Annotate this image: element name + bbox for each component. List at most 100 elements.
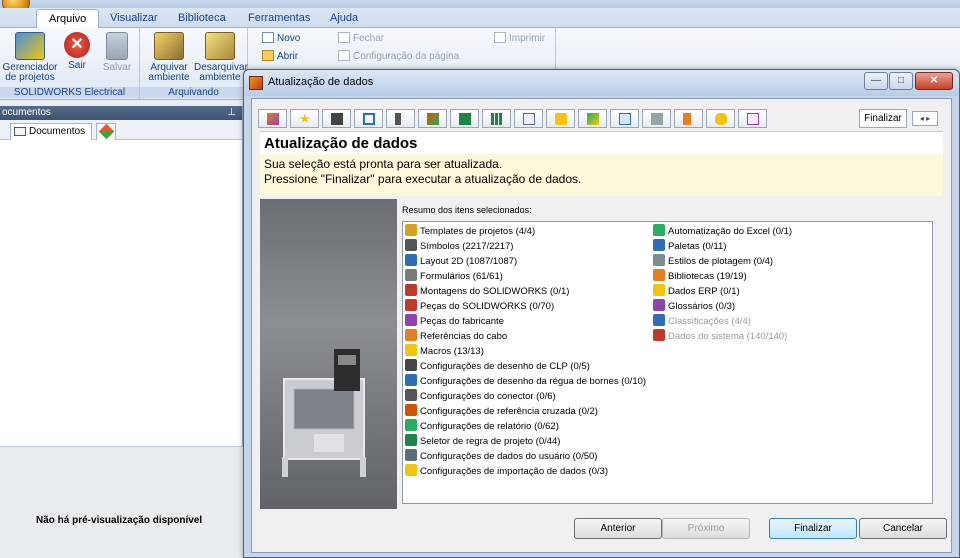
page-setup-label: Configuração da página <box>353 51 460 62</box>
back-button[interactable]: Anterior <box>574 518 662 539</box>
summary-item: Classificações (4/4) <box>653 314 751 329</box>
user-data-icon <box>523 113 535 125</box>
plot-styles-icon <box>653 254 665 266</box>
exit-button[interactable]: ✕ Sair <box>62 32 92 71</box>
new-button[interactable]: Novo <box>262 32 300 46</box>
finish-button[interactable]: Finalizar <box>769 518 857 539</box>
libraries-icon <box>653 269 665 281</box>
dialog-heading: Atualização de dados <box>264 135 418 152</box>
step-plot-styles[interactable] <box>642 109 671 128</box>
step-terminal[interactable] <box>354 109 383 128</box>
summary-item-label: Bibliotecas (19/19) <box>668 271 747 282</box>
step-report[interactable] <box>450 109 479 128</box>
rule-selector-icon <box>405 434 417 446</box>
step-connector[interactable] <box>386 109 415 128</box>
print-label: Imprimir <box>509 33 546 44</box>
ribbon-tabs: Arquivo Visualizar Biblioteca Ferramenta… <box>0 8 960 28</box>
cable-ref-icon <box>267 113 279 125</box>
tab-ajuda[interactable]: Ajuda <box>318 9 370 28</box>
pin-icon[interactable]: ⊥ <box>227 106 236 120</box>
close-button[interactable]: ✕ <box>915 72 953 90</box>
tab-visualizar[interactable]: Visualizar <box>98 9 170 28</box>
summary-item-label: Peças do fabricante <box>420 316 504 327</box>
step-glossary[interactable] <box>738 109 767 128</box>
close-doc-button[interactable]: Fechar <box>338 32 384 46</box>
summary-item-label: Configurações do conector (0/6) <box>420 391 556 402</box>
summary-item: Configurações do conector (0/6) <box>405 389 556 404</box>
step-libraries[interactable] <box>674 109 703 128</box>
print-button[interactable]: Imprimir <box>494 32 545 46</box>
save-button[interactable]: Salvar <box>100 32 134 73</box>
summary-item-label: Paletas (0/11) <box>668 241 727 252</box>
tab-documentos-label: Documentos <box>29 126 86 137</box>
summary-item: Glossários (0/3) <box>653 299 735 314</box>
summary-item-label: Configurações de desenho de CLP (0/5) <box>420 361 590 372</box>
project-manager-button[interactable]: Gerenciador de projetos <box>2 32 58 83</box>
summary-item-label: Templates de projetos (4/4) <box>420 226 536 237</box>
tab-components[interactable] <box>96 123 116 140</box>
palettes-icon <box>653 239 665 251</box>
exit-icon: ✕ <box>64 32 90 58</box>
step-palettes[interactable] <box>610 109 639 128</box>
step-rule-selector[interactable] <box>482 109 511 128</box>
minimize-button[interactable]: — <box>864 72 888 90</box>
manufacturer-parts-icon <box>405 314 417 326</box>
data-update-dialog: Atualização de dados — □ ✕ ★ Finalizar ◂… <box>243 69 960 558</box>
archive-env-button[interactable]: Arquivar ambiente <box>144 32 194 83</box>
info-header: Atualização de dados Sua seleção está pr… <box>260 131 943 196</box>
app-titlebar <box>0 0 960 16</box>
cancel-button[interactable]: Cancelar <box>859 518 947 539</box>
save-icon <box>106 32 128 60</box>
page-setup-button[interactable]: Configuração da página <box>338 50 459 64</box>
step-plc[interactable] <box>322 109 351 128</box>
ribbon-group-label-ambiente: Arquivando <box>140 87 247 98</box>
tab-ferramentas[interactable]: Ferramentas <box>236 9 322 28</box>
summary-item-label: Formulários (61/61) <box>420 271 503 282</box>
summary-item: Peças do fabricante <box>405 314 504 329</box>
step-finalizar[interactable]: Finalizar <box>859 109 907 128</box>
system-data-icon <box>653 329 665 341</box>
classifications-icon <box>653 314 665 326</box>
unarchive-env-label: Desarquivar ambiente <box>194 62 248 83</box>
open-button[interactable]: Abrir <box>262 50 298 64</box>
summary-item: Montagens do SOLIDWORKS (0/1) <box>405 284 569 299</box>
step-erp[interactable] <box>706 109 735 128</box>
terminal-config-icon <box>363 113 375 125</box>
summary-item: Macros (13/13) <box>405 344 484 359</box>
project-manager-icon <box>15 32 45 60</box>
tab-biblioteca[interactable]: Biblioteca <box>166 9 238 28</box>
summary-item: Layout 2D (1087/1087) <box>405 254 517 269</box>
summary-item-label: Símbolos (2217/2217) <box>420 241 514 252</box>
machine-image <box>282 349 366 477</box>
dialog-titlebar[interactable]: Atualização de dados — □ ✕ <box>244 70 959 96</box>
layout-2d-icon <box>405 254 417 266</box>
maximize-button[interactable]: □ <box>889 72 913 90</box>
import-data-icon <box>405 464 417 476</box>
step-macros[interactable]: ★ <box>290 109 319 128</box>
step-cable-ref[interactable] <box>258 109 287 128</box>
report-config-icon <box>405 419 417 431</box>
ribbon-group-label-electrical: SOLIDWORKS Electrical <box>0 87 139 98</box>
components-icon <box>98 123 115 140</box>
summary-item: Formulários (61/61) <box>405 269 503 284</box>
preview-text: Não há pré-visualização disponível <box>36 515 203 526</box>
next-button[interactable]: Próximo <box>662 518 750 539</box>
summary-label: Resumo dos itens selecionados: <box>402 205 532 215</box>
step-cross-ref[interactable] <box>418 109 447 128</box>
symbols-icon <box>405 239 417 251</box>
unarchive-env-button[interactable]: Desarquivar ambiente <box>194 32 248 83</box>
step-excel[interactable] <box>578 109 607 128</box>
step-import-data[interactable] <box>546 109 575 128</box>
summary-item-label: Configurações de referência cruzada (0/2… <box>420 406 598 417</box>
step-user-data[interactable] <box>514 109 543 128</box>
summary-item-label: Classificações (4/4) <box>668 316 751 327</box>
tab-arquivo[interactable]: Arquivo <box>36 9 100 28</box>
dialog-app-icon <box>249 76 263 90</box>
rule-selector-icon <box>491 113 503 125</box>
plc-config-icon <box>331 113 343 125</box>
exit-label: Sair <box>68 60 86 71</box>
documents-icon <box>14 127 26 136</box>
steps-scroll-arrows[interactable]: ◂ ▸ <box>912 111 938 126</box>
report-config-icon <box>459 113 471 125</box>
tab-documentos[interactable]: Documentos <box>10 123 93 140</box>
